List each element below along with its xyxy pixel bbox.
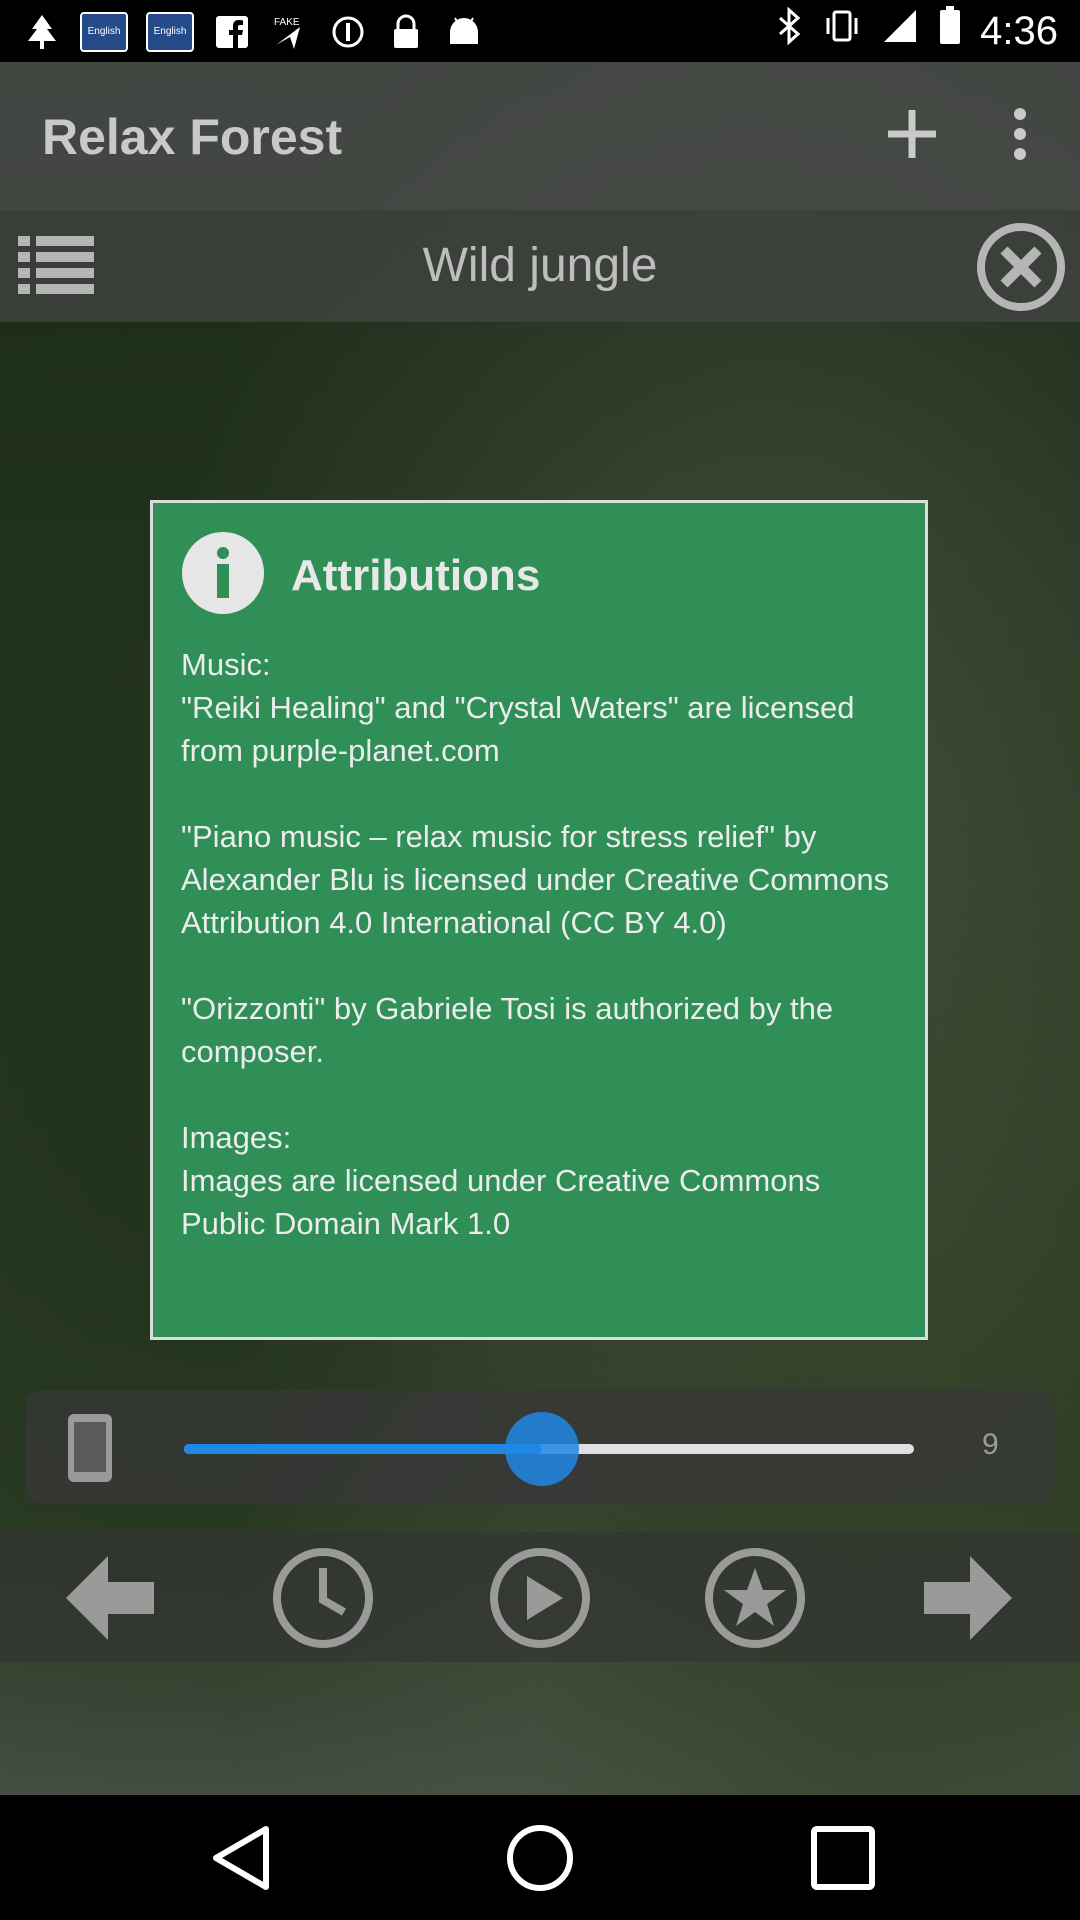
fake-gps-icon: FAKE [270,13,310,51]
sync-icon [328,13,368,51]
navigation-bar [0,1795,1080,1920]
keyboard-badge: English [146,12,194,52]
track-bar: Wild jungle [0,210,1080,322]
volume-value: 9 [982,1428,999,1461]
tree-icon [22,13,62,51]
back-icon[interactable] [208,1823,278,1893]
track-title: Wild jungle [422,239,658,292]
bluetooth-icon [774,6,804,56]
arrow-right-icon[interactable] [918,1546,1028,1650]
vibrate-icon [822,6,862,56]
star-icon[interactable] [700,1546,810,1650]
arrow-left-icon[interactable] [50,1546,160,1650]
dialog-title: Attributions [291,551,541,600]
signal-icon [880,6,920,56]
phone-icon[interactable] [64,1412,116,1484]
play-icon[interactable] [485,1546,595,1650]
android-icon [444,13,484,51]
volume-slider-fill [184,1444,542,1454]
clock-icon[interactable] [268,1546,378,1650]
info-icon [181,531,265,615]
facebook-icon [212,13,252,51]
more-options-icon[interactable] [1000,104,1040,164]
lock-icon [386,13,426,51]
svg-text:FAKE: FAKE [274,17,300,28]
battery-icon [938,6,962,56]
keyboard-badge: English [80,12,128,52]
volume-panel: 9 [26,1390,1054,1504]
add-icon[interactable] [882,104,942,164]
app-bar: Relax Forest [0,62,1080,210]
status-bar: English English FAKE 4:36 [0,0,1080,62]
close-icon[interactable] [976,222,1066,312]
control-bar [0,1532,1080,1662]
recents-icon[interactable] [808,1823,878,1893]
home-icon[interactable] [505,1823,575,1893]
app-title: Relax Forest [42,109,343,165]
volume-slider-thumb[interactable] [504,1412,579,1486]
dialog-body: Music: "Reiki Healing" and "Crystal Wate… [181,647,890,1241]
volume-slider[interactable] [184,1412,914,1486]
attributions-dialog: Attributions Music: "Reiki Healing" and … [150,500,928,1340]
clock-time: 4:36 [980,8,1058,53]
